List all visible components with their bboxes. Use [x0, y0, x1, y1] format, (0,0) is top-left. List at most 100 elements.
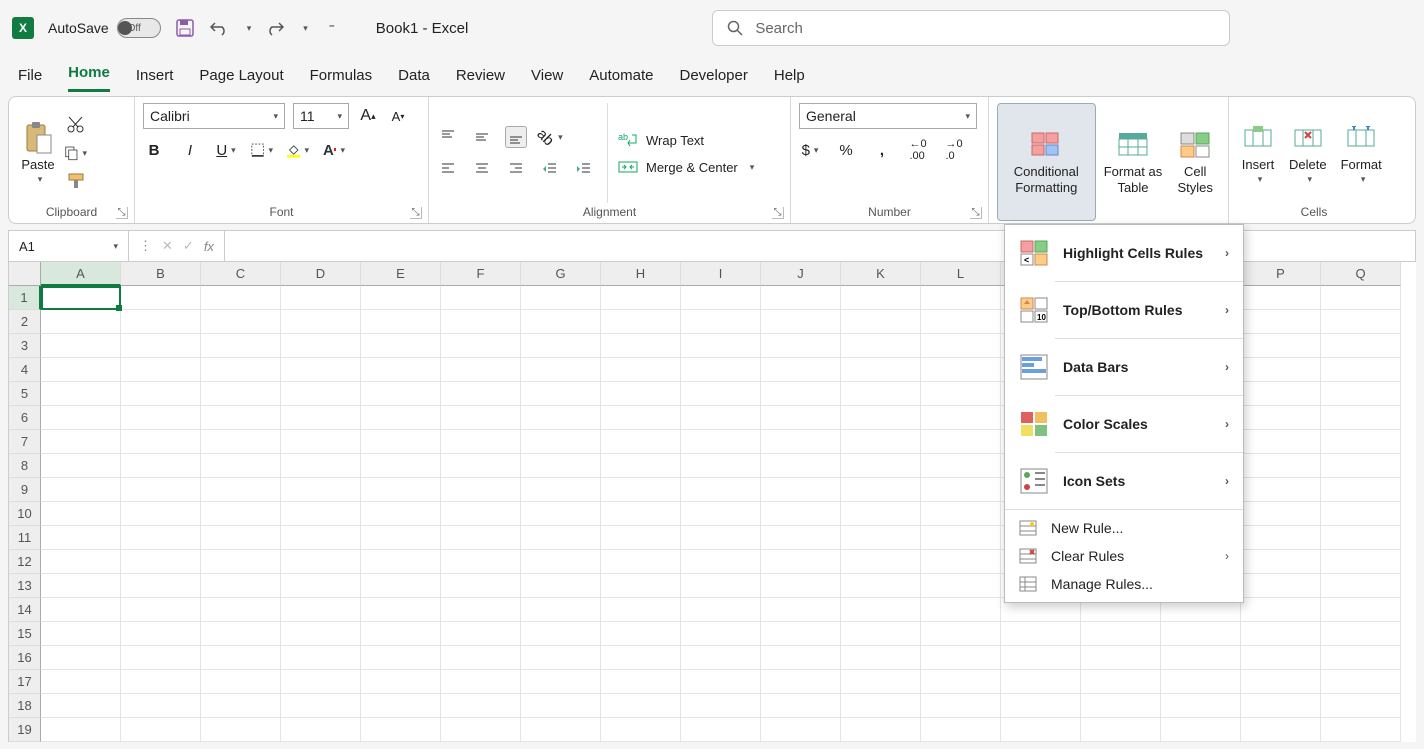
italic-button[interactable]: I: [179, 139, 201, 161]
cell[interactable]: [601, 382, 681, 406]
cell[interactable]: [281, 550, 361, 574]
cell[interactable]: [1241, 622, 1321, 646]
row-header[interactable]: 5: [9, 382, 41, 406]
tab-data[interactable]: Data: [398, 61, 430, 92]
cell[interactable]: [841, 694, 921, 718]
row-header[interactable]: 8: [9, 454, 41, 478]
cell[interactable]: [521, 694, 601, 718]
cell[interactable]: [521, 310, 601, 334]
tab-insert[interactable]: Insert: [136, 61, 174, 92]
cell[interactable]: [841, 406, 921, 430]
cell[interactable]: [521, 502, 601, 526]
cell[interactable]: [521, 454, 601, 478]
cell[interactable]: [1241, 718, 1321, 742]
cell[interactable]: [601, 550, 681, 574]
cell[interactable]: [441, 406, 521, 430]
cell[interactable]: [921, 430, 1001, 454]
cell[interactable]: [1001, 646, 1081, 670]
cell[interactable]: [841, 598, 921, 622]
cell[interactable]: [361, 502, 441, 526]
redo-dropdown[interactable]: ▾: [303, 23, 308, 34]
cell[interactable]: [201, 406, 281, 430]
cell[interactable]: [121, 694, 201, 718]
cell[interactable]: [521, 478, 601, 502]
cell[interactable]: [201, 574, 281, 598]
cell[interactable]: [441, 286, 521, 310]
cell[interactable]: [41, 646, 121, 670]
cell[interactable]: [1001, 718, 1081, 742]
col-header[interactable]: P: [1241, 262, 1321, 286]
cell[interactable]: [601, 598, 681, 622]
cell[interactable]: [521, 598, 601, 622]
cell[interactable]: [1321, 502, 1401, 526]
cell[interactable]: [921, 286, 1001, 310]
tab-home[interactable]: Home: [68, 58, 110, 92]
cell[interactable]: [761, 334, 841, 358]
row-header[interactable]: 14: [9, 598, 41, 622]
cell[interactable]: [601, 310, 681, 334]
cell[interactable]: [1321, 478, 1401, 502]
enter-formula-button[interactable]: ✓: [183, 238, 194, 254]
cell[interactable]: [921, 550, 1001, 574]
cell[interactable]: [41, 670, 121, 694]
cell[interactable]: [761, 670, 841, 694]
decrease-decimal-button[interactable]: →0.0: [943, 139, 965, 161]
cell[interactable]: [121, 646, 201, 670]
cell[interactable]: [1321, 694, 1401, 718]
cell[interactable]: [201, 358, 281, 382]
cell[interactable]: [1321, 286, 1401, 310]
cell[interactable]: [761, 358, 841, 382]
fill-color-button[interactable]: ▾: [287, 139, 309, 161]
menu-manage-rules[interactable]: Manage Rules...: [1005, 570, 1243, 598]
cell[interactable]: [1081, 694, 1161, 718]
cell[interactable]: [281, 454, 361, 478]
excel-app-icon[interactable]: X: [12, 17, 34, 39]
align-bottom-button[interactable]: [505, 126, 527, 148]
cell[interactable]: [601, 670, 681, 694]
row-header[interactable]: 18: [9, 694, 41, 718]
cell[interactable]: [681, 646, 761, 670]
cell[interactable]: [1241, 550, 1321, 574]
cell[interactable]: [281, 670, 361, 694]
cell[interactable]: [41, 454, 121, 478]
align-center-button[interactable]: [471, 158, 493, 180]
cell[interactable]: [121, 406, 201, 430]
format-painter-button[interactable]: [65, 170, 87, 192]
cell[interactable]: [1241, 478, 1321, 502]
cell[interactable]: [361, 286, 441, 310]
cancel-formula-button[interactable]: ✕: [162, 238, 173, 254]
cell[interactable]: [921, 646, 1001, 670]
cell[interactable]: [761, 598, 841, 622]
cell[interactable]: [281, 502, 361, 526]
row-header[interactable]: 11: [9, 526, 41, 550]
cell[interactable]: [361, 430, 441, 454]
row-header[interactable]: 1: [9, 286, 41, 310]
format-cells-button[interactable]: Format▾: [1337, 103, 1386, 203]
cell[interactable]: [121, 502, 201, 526]
row-header[interactable]: 16: [9, 646, 41, 670]
cell[interactable]: [441, 526, 521, 550]
cell[interactable]: [601, 430, 681, 454]
col-header[interactable]: J: [761, 262, 841, 286]
formula-menu-icon[interactable]: ⋮: [139, 238, 152, 254]
cell[interactable]: [601, 694, 681, 718]
cell[interactable]: [921, 406, 1001, 430]
cell[interactable]: [121, 382, 201, 406]
cell[interactable]: [1321, 646, 1401, 670]
cell[interactable]: [921, 526, 1001, 550]
cell[interactable]: [201, 526, 281, 550]
cell[interactable]: [121, 334, 201, 358]
cell[interactable]: [521, 406, 601, 430]
cell[interactable]: [1321, 334, 1401, 358]
cell[interactable]: [601, 334, 681, 358]
cell[interactable]: [361, 718, 441, 742]
cell[interactable]: [1321, 358, 1401, 382]
cell[interactable]: [921, 670, 1001, 694]
cell[interactable]: [521, 550, 601, 574]
search-box[interactable]: Search: [712, 10, 1230, 46]
cell[interactable]: [1321, 382, 1401, 406]
cell[interactable]: [921, 478, 1001, 502]
save-button[interactable]: [175, 18, 195, 38]
cell[interactable]: [681, 358, 761, 382]
align-middle-button[interactable]: [471, 126, 493, 148]
